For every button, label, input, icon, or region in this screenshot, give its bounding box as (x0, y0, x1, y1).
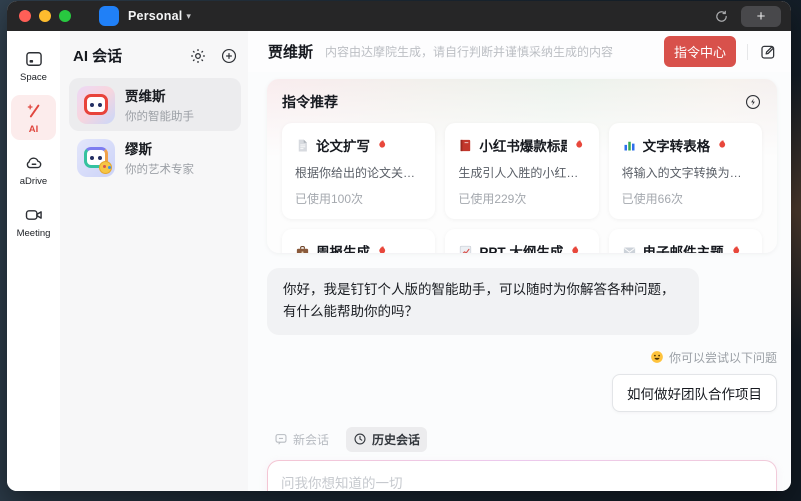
chevron-down-icon: ▾ (186, 11, 191, 22)
red-book-icon (458, 138, 473, 153)
rail-item-meeting[interactable]: Meeting (11, 199, 56, 244)
fire-icon (376, 138, 389, 152)
new-conversation-tab[interactable]: 新会话 (267, 427, 336, 452)
conversation-sidebar: AI 会话 贾维斯 你的智能助手 (60, 31, 248, 491)
conversation-item-muse[interactable]: 缪斯 你的艺术专家 (69, 131, 241, 184)
envelope-icon (622, 244, 637, 254)
card-usage: 已使用66次 (622, 190, 749, 207)
muse-avatar (77, 139, 115, 177)
message-composer[interactable]: ↵ 发送 / ⌘ ↵ 换行 (267, 460, 777, 491)
quick-flash-icon[interactable] (744, 93, 762, 111)
history-conversation-label: 历史会话 (372, 431, 420, 448)
fire-icon (716, 138, 729, 152)
rail-item-adrive[interactable]: aDrive (11, 147, 56, 192)
command-center-button[interactable]: 指令中心 (664, 36, 736, 67)
prompt-card-text-to-table[interactable]: 文字转表格 将输入的文字转换为表格 已使用66次 (609, 123, 762, 219)
conversation-desc: 你的智能助手 (125, 108, 194, 124)
conversation-name: 缪斯 (125, 138, 194, 158)
card-title: PPT 大纲生成 (479, 241, 563, 253)
jarvis-avatar (77, 86, 115, 124)
conversation-name: 贾维斯 (125, 85, 194, 105)
prompt-card-xiaohongshu-title[interactable]: 小红书爆款标题 生成引人入胜的小红书标题 已使用229次 (445, 123, 598, 219)
prompt-recommendation-panel: 指令推荐 论文扩写 根据你给出的论文关键信息进行... (267, 79, 777, 253)
main-panel: 贾维斯 内容由达摩院生成，请自行判断并谨慎采纳生成的内容 指令中心 指令推荐 (248, 31, 791, 491)
fire-icon (376, 244, 389, 253)
rail-label-adrive: aDrive (20, 176, 47, 187)
new-conversation-plus-icon[interactable] (220, 47, 238, 65)
line-chart-icon (458, 244, 473, 254)
settings-gear-icon[interactable] (189, 47, 207, 65)
prompt-cards: 论文扩写 根据你给出的论文关键信息进行... 已使用100次 小红书爆款标题 (282, 123, 762, 253)
close-window-button[interactable] (19, 10, 31, 22)
rail-label-ai: AI (29, 124, 39, 135)
titlebar: Personal ▾ + (7, 1, 791, 31)
rail-item-ai[interactable]: AI (11, 95, 56, 140)
panel-title: 指令推荐 (282, 92, 744, 112)
card-title: 电子邮件主题 (643, 241, 724, 253)
briefcase-icon (295, 244, 310, 254)
conversation-desc: 你的艺术专家 (125, 161, 194, 177)
card-title: 文字转表格 (643, 135, 711, 155)
compose-edit-icon[interactable] (759, 43, 777, 61)
new-tab-button[interactable]: + (741, 6, 781, 27)
cloud-drive-icon (24, 153, 44, 173)
history-clock-icon (353, 432, 367, 446)
divider (747, 44, 748, 60)
document-icon (295, 138, 310, 153)
card-usage: 已使用229次 (458, 190, 585, 207)
smiley-icon (650, 350, 664, 364)
refresh-icon[interactable] (714, 9, 729, 24)
card-title: 论文扩写 (316, 135, 370, 155)
chat-scroll-area[interactable]: 指令推荐 论文扩写 根据你给出的论文关键信息进行... (248, 72, 791, 491)
card-title: 小红书爆款标题 (479, 135, 566, 155)
card-desc: 根据你给出的论文关键信息进行... (295, 164, 422, 181)
rail-item-space[interactable]: Space (11, 43, 56, 88)
chat-title: 贾维斯 (268, 41, 313, 62)
fire-icon (569, 244, 582, 253)
try-questions-hint: 你可以尝试以下问题 (669, 349, 777, 366)
assistant-message-bubble: 你好，我是钉钉个人版的智能助手，可以随时为你解答各种问题，有什么能帮助你的吗？ (267, 268, 699, 335)
prompt-card-paper-expand[interactable]: 论文扩写 根据你给出的论文关键信息进行... 已使用100次 (282, 123, 435, 219)
sidebar-title: AI 会话 (73, 45, 189, 66)
prompt-card-weekly-report[interactable]: 周报生成 (282, 229, 435, 253)
suggested-question-button[interactable]: 如何做好团队合作项目 (612, 374, 777, 412)
message-input[interactable] (281, 472, 763, 491)
history-conversation-tab[interactable]: 历史会话 (346, 427, 427, 452)
minimize-window-button[interactable] (39, 10, 51, 22)
workspace-menu[interactable]: Personal (128, 9, 182, 23)
bar-chart-icon (622, 138, 637, 153)
ai-magic-pen-icon (24, 101, 44, 121)
prompt-card-ppt-outline[interactable]: PPT 大纲生成 (445, 229, 598, 253)
window-controls (19, 10, 71, 22)
chat-header: 贾维斯 内容由达摩院生成，请自行判断并谨慎采纳生成的内容 指令中心 (248, 31, 791, 72)
card-desc: 生成引人入胜的小红书标题 (458, 164, 585, 181)
video-camera-icon (24, 205, 44, 225)
fire-icon (730, 244, 743, 253)
app-window: Personal ▾ + Space AI aDrive Meeting (7, 1, 791, 491)
card-title: 周报生成 (316, 241, 370, 253)
chat-bubble-icon (274, 432, 288, 446)
conversation-item-jarvis[interactable]: 贾维斯 你的智能助手 (69, 78, 241, 131)
app-rail: Space AI aDrive Meeting (7, 31, 60, 491)
palette-icon (99, 161, 112, 174)
space-icon (24, 49, 44, 69)
rail-label-space: Space (20, 72, 47, 83)
ai-disclaimer: 内容由达摩院生成，请自行判断并谨慎采纳生成的内容 (325, 43, 664, 60)
card-desc: 将输入的文字转换为表格 (622, 164, 749, 181)
zoom-window-button[interactable] (59, 10, 71, 22)
card-usage: 已使用100次 (295, 190, 422, 207)
app-logo-icon (99, 6, 119, 26)
prompt-card-email-subject[interactable]: 电子邮件主题 (609, 229, 762, 253)
fire-icon (573, 138, 586, 152)
new-conversation-label: 新会话 (293, 431, 329, 448)
rail-label-meeting: Meeting (17, 228, 51, 239)
